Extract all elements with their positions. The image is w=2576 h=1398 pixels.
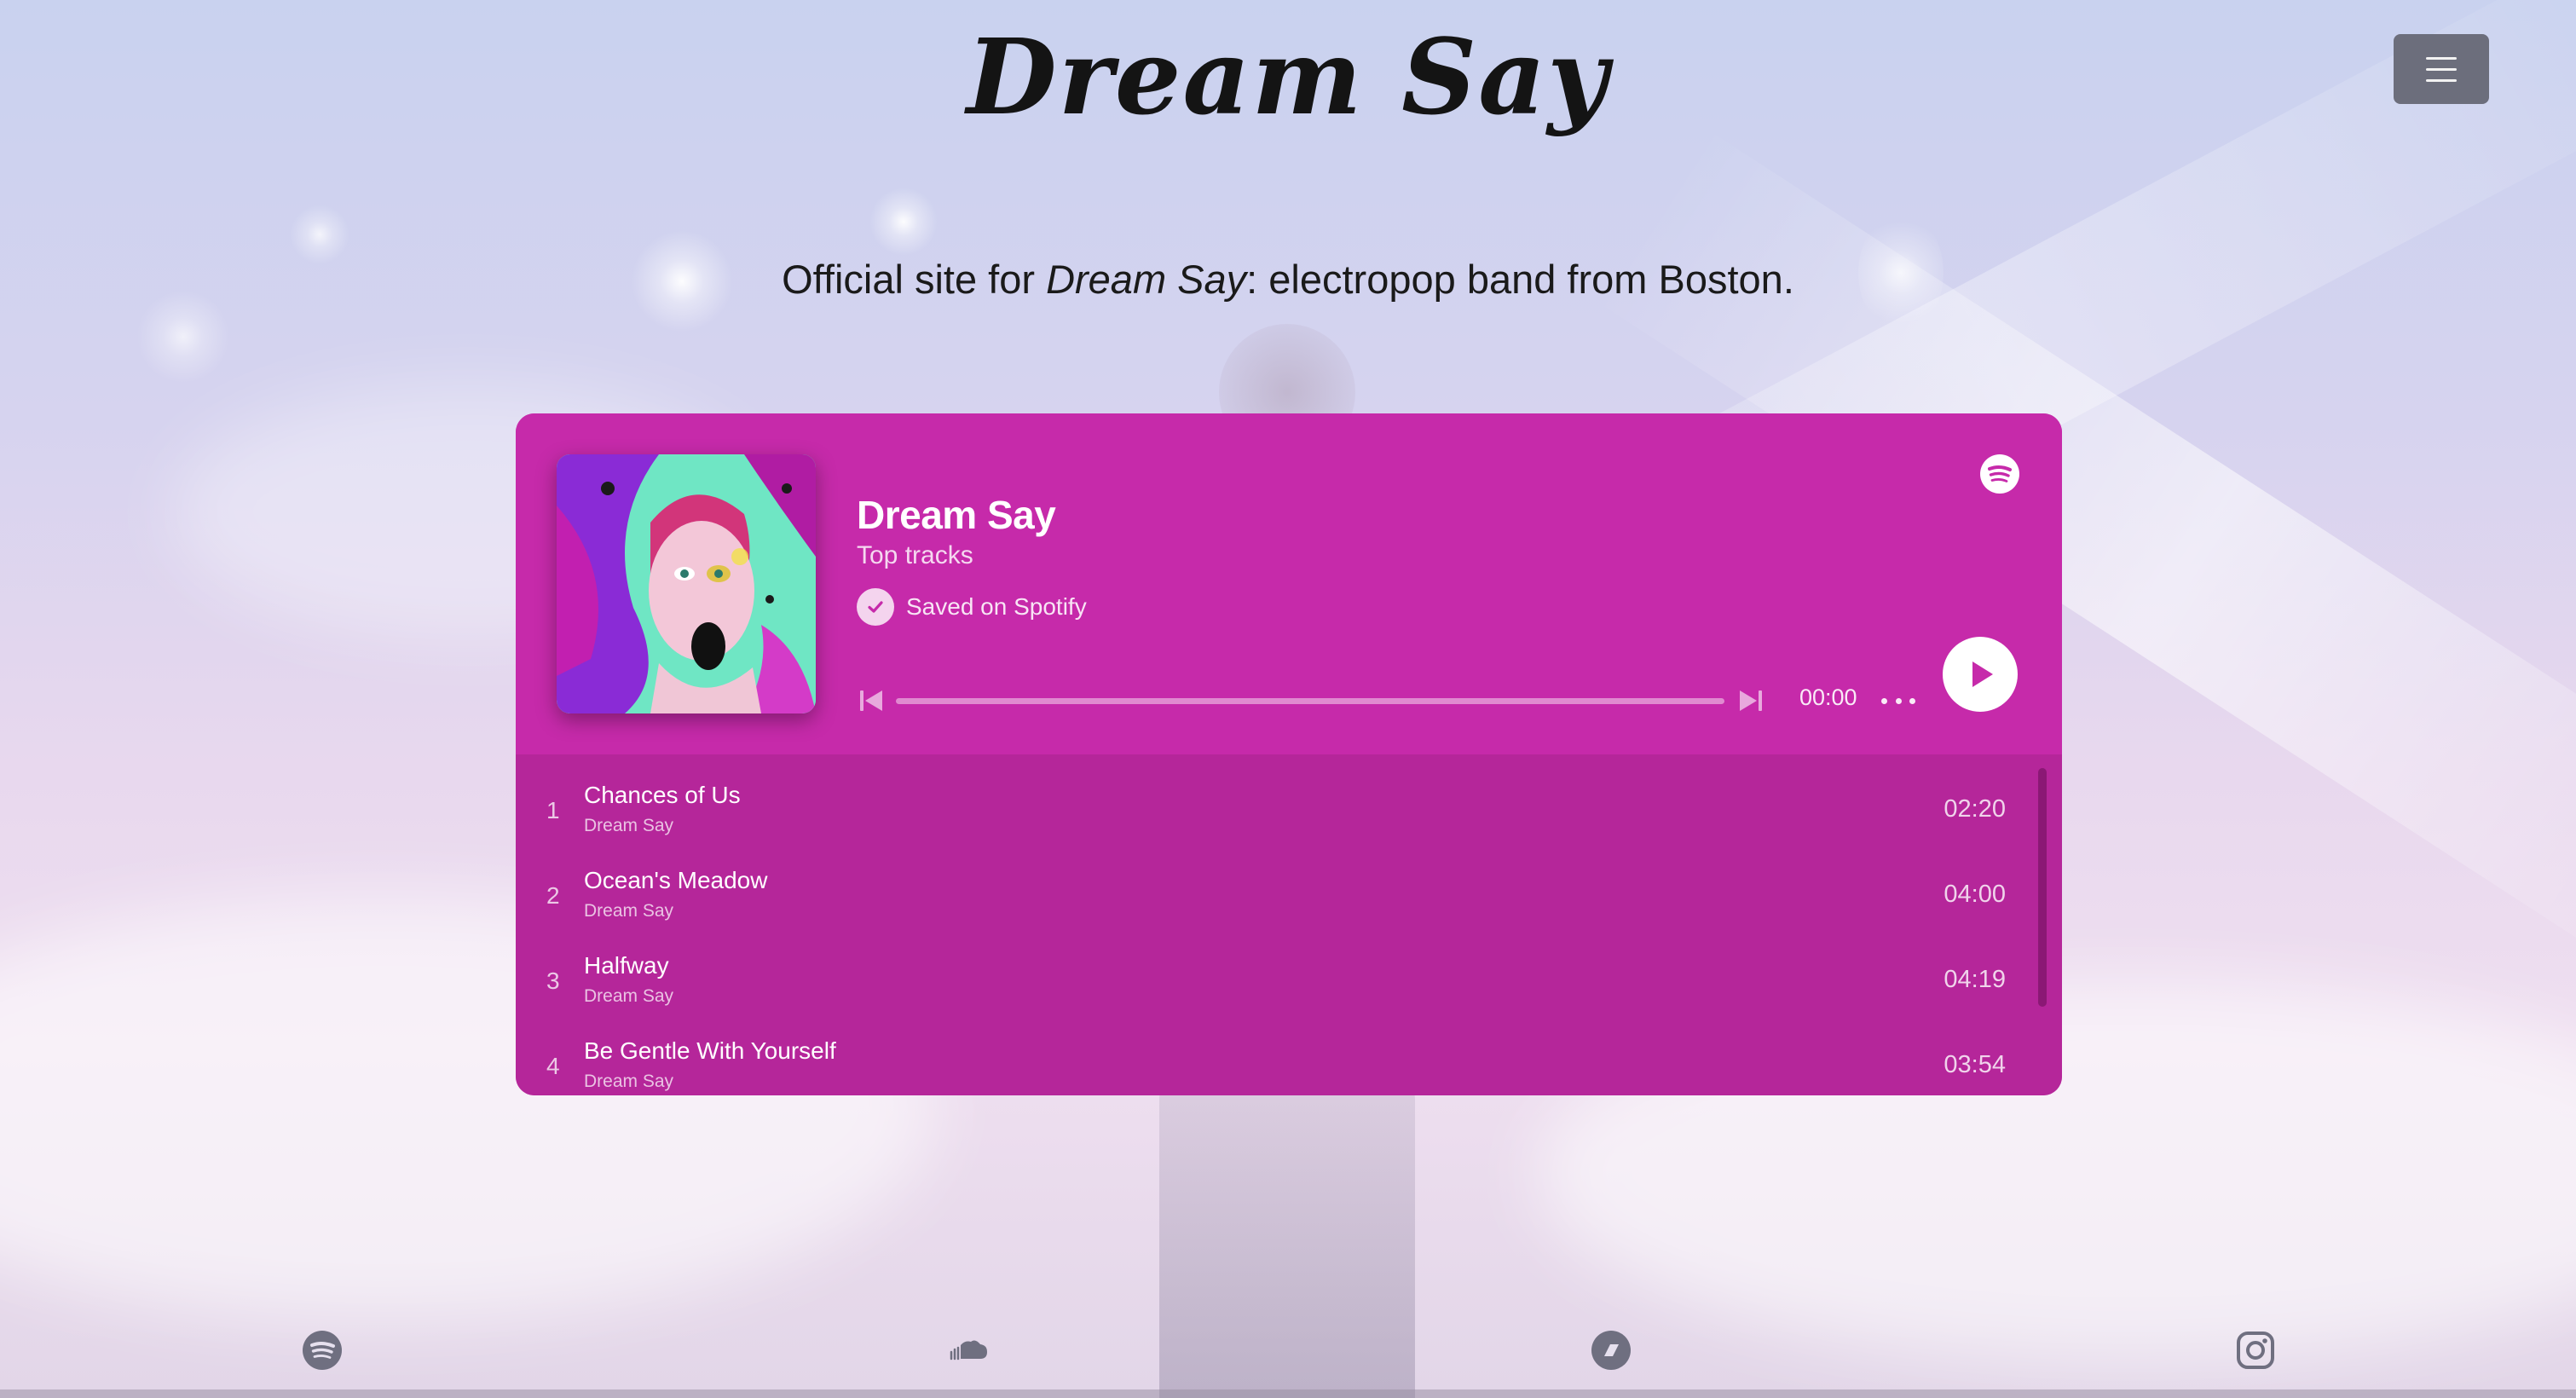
track-duration: 04:00 [1944,881,2006,908]
track-duration: 03:54 [1944,1051,2006,1078]
track-name: Chances of Us [584,782,741,808]
skip-back-icon[interactable] [857,686,886,715]
menu-button[interactable] [2394,34,2489,104]
checkmark-icon [857,588,894,626]
track-name: Halfway [584,952,669,979]
instagram-icon[interactable] [2235,1330,2276,1371]
tagline-band: Dream Say [1046,257,1247,302]
bandcamp-icon[interactable] [1591,1330,1632,1371]
tracklist-scrollbar[interactable] [2038,768,2047,1007]
track-row[interactable]: 3 Halfway Dream Say 04:19 [516,925,2033,1010]
saved-label: Saved on Spotify [906,593,1087,620]
track-row[interactable]: 2 Ocean's Meadow Dream Say 04:00 [516,840,2033,925]
track-number: 3 [546,968,560,994]
soundcloud-icon[interactable] [944,1330,987,1371]
track-number: 2 [546,882,560,909]
track-name: Be Gentle With Yourself [584,1037,836,1064]
tagline-prefix: Official site for [782,257,1047,302]
spotify-icon[interactable] [302,1330,343,1371]
track-number: 4 [546,1053,560,1079]
track-duration: 04:19 [1944,966,2006,993]
track-artist: Dream Say [584,1072,674,1091]
track-duration: 02:20 [1944,795,2006,823]
track-row[interactable]: 1 Chances of Us Dream Say 02:20 [516,754,2033,840]
album-cover[interactable] [557,454,816,713]
tagline-suffix: : electropop band from Boston. [1246,257,1794,302]
player-header: Dream Say Top tracks Saved on Spotify 00… [516,413,2062,754]
spotify-player: Dream Say Top tracks Saved on Spotify 00… [516,413,2062,1095]
footer-strip [0,1389,2576,1398]
more-options-icon[interactable] [1881,686,1915,715]
spotify-logo-icon[interactable] [1980,454,2019,494]
player-subtitle: Top tracks [857,541,973,569]
play-icon [1972,661,1993,687]
hamburger-menu-icon [2426,56,2457,60]
track-list: 1 Chances of Us Dream Say 02:20 2 Ocean'… [516,754,2062,1095]
track-name: Ocean's Meadow [584,867,768,893]
tagline: Official site for Dream Say: electropop … [0,256,2576,303]
elapsed-time: 00:00 [1799,685,1857,710]
progress-bar[interactable] [896,698,1724,704]
player-title: Dream Say [857,493,1056,537]
saved-on-spotify[interactable]: Saved on Spotify [857,588,1087,626]
track-number: 1 [546,797,560,823]
play-button[interactable] [1943,637,2018,712]
skip-forward-icon[interactable] [1736,686,1765,715]
track-artist: Dream Say [584,816,674,835]
site-title: Dream Say [966,15,1610,138]
track-artist: Dream Say [584,986,674,1006]
track-artist: Dream Say [584,901,674,921]
track-row[interactable]: 4 Be Gentle With Yourself Dream Say 03:5… [516,1010,2033,1095]
